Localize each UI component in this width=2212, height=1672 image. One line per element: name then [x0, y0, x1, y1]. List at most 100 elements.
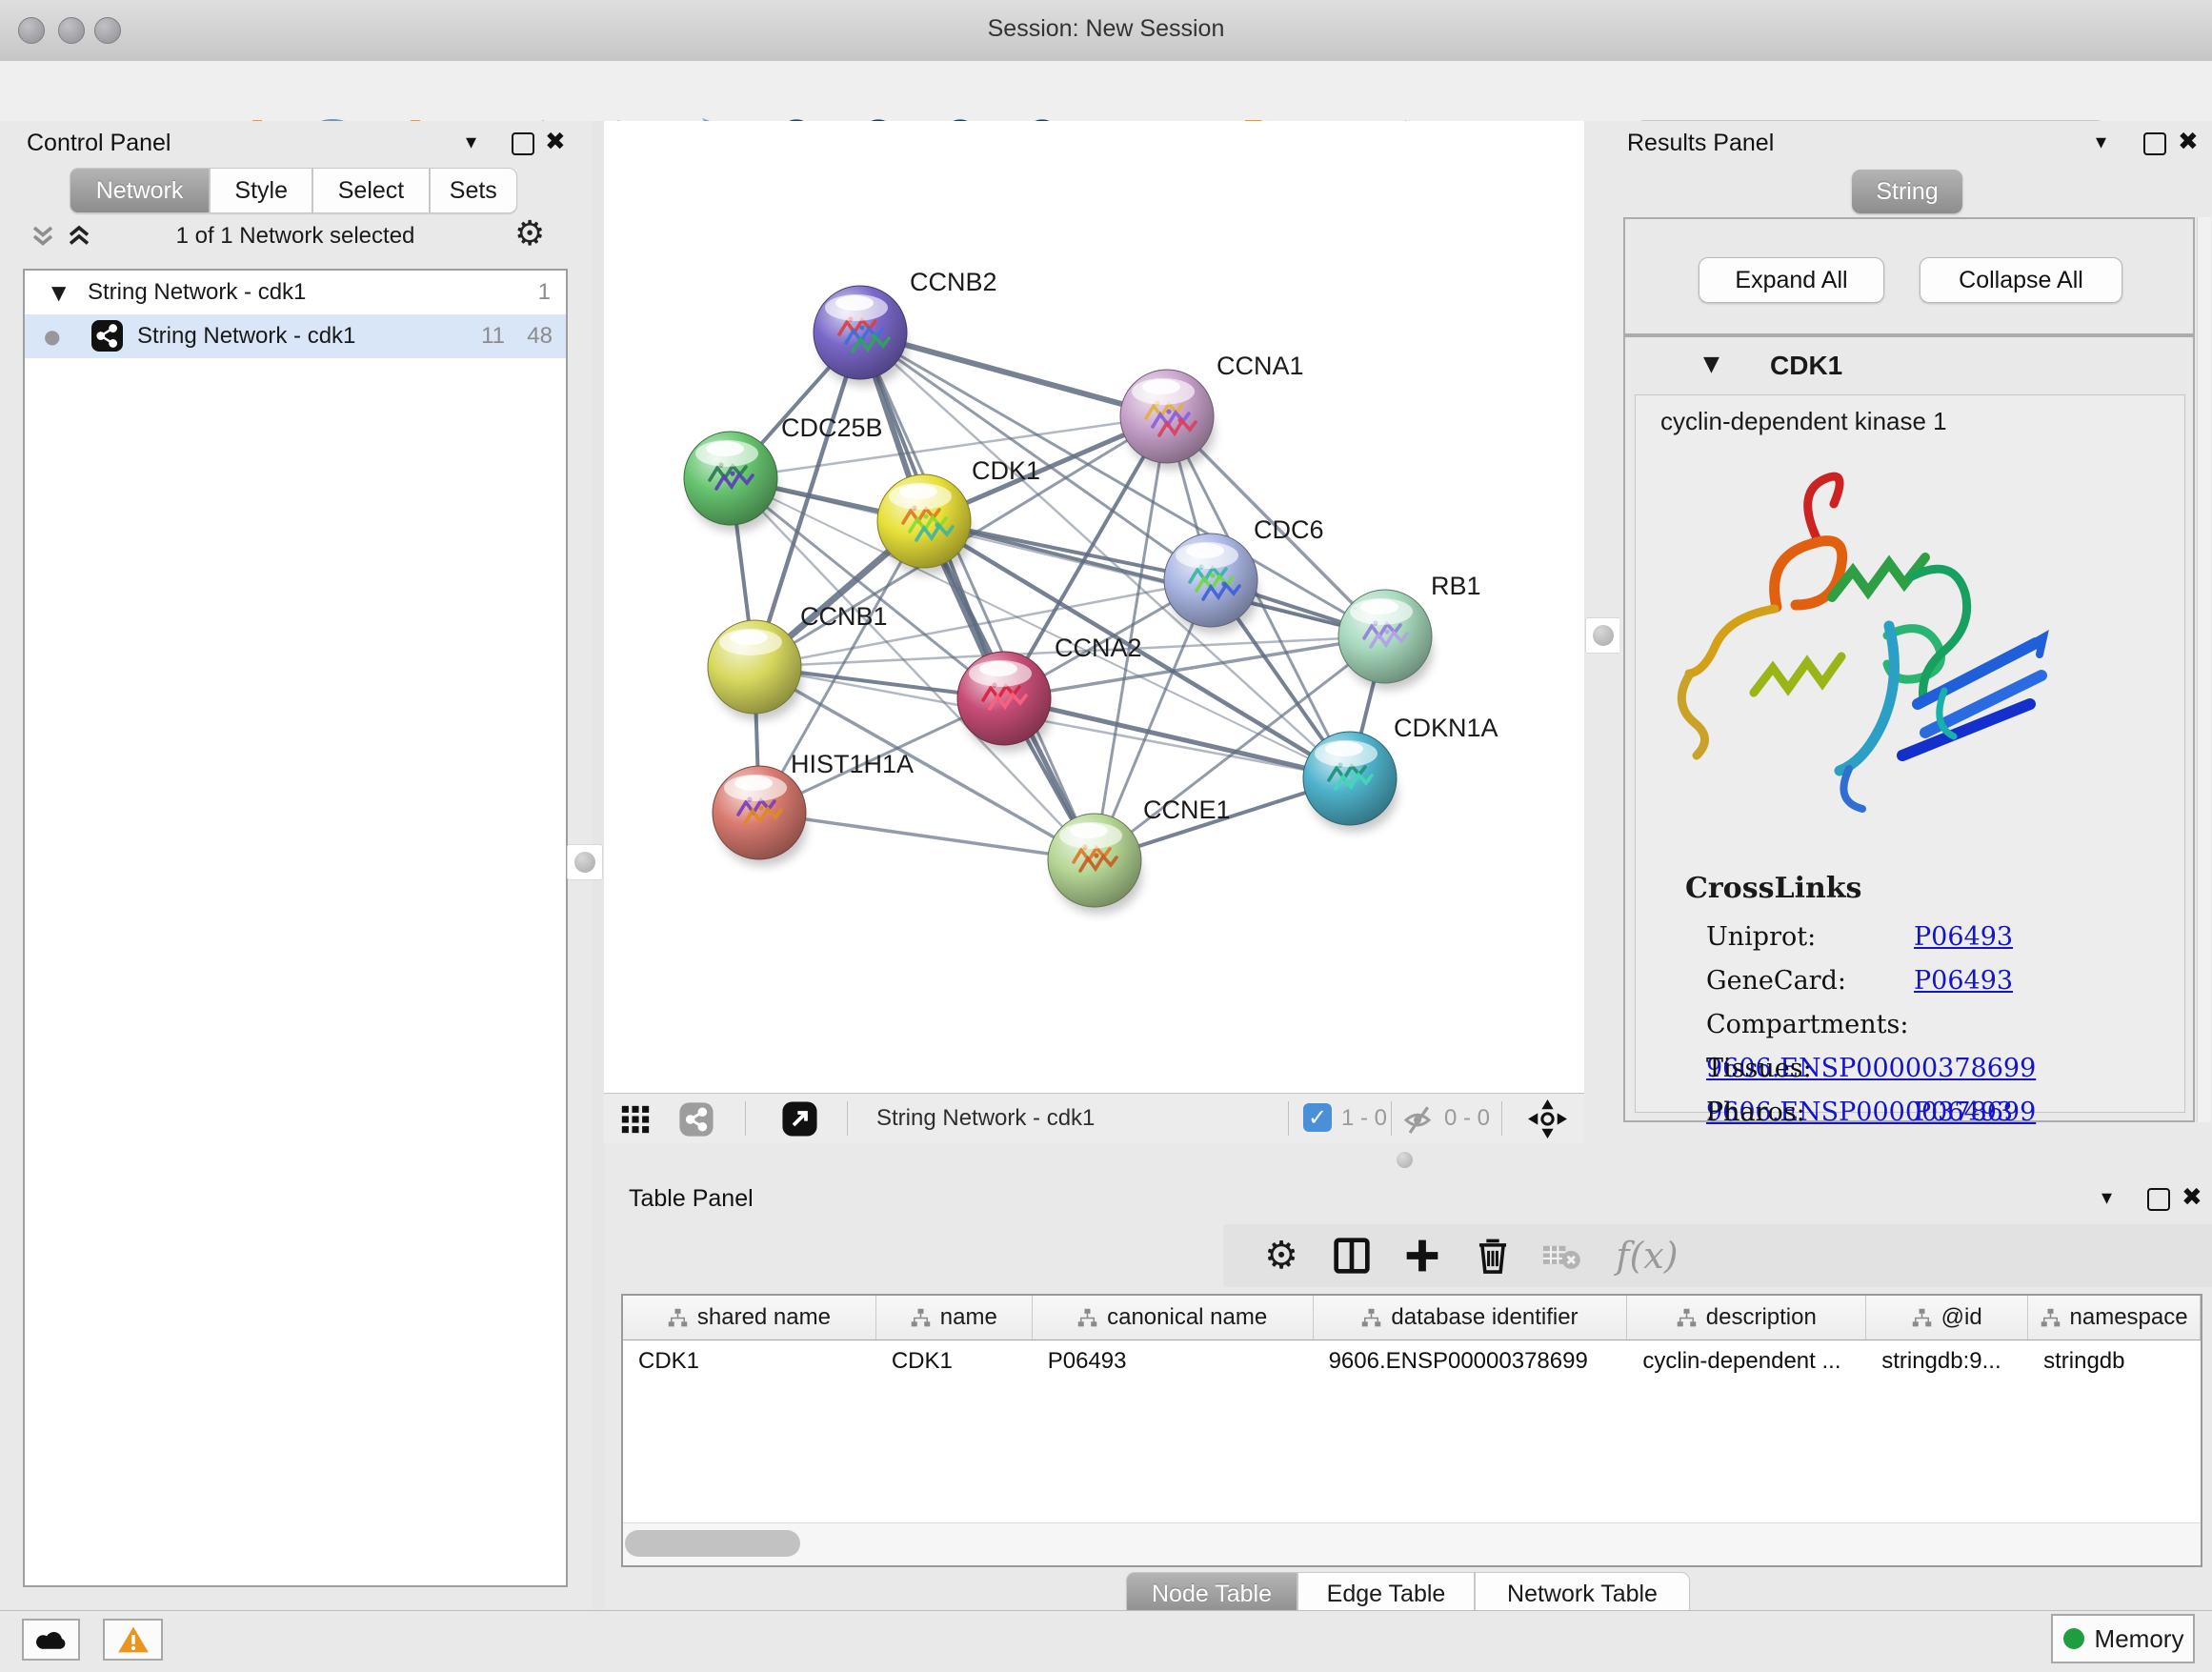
network-node-CCNE1[interactable]: [1048, 814, 1142, 914]
table-cell[interactable]: CDK1: [876, 1340, 1033, 1382]
function-builder-icon[interactable]: f(x): [1604, 1232, 1690, 1279]
birdseye-view-icon[interactable]: [1526, 1098, 1569, 1140]
network-node-HIST1H1A[interactable]: [713, 766, 807, 866]
tab-string[interactable]: String: [1852, 170, 1962, 213]
protein-description: cyclin-dependent kinase 1: [1660, 407, 1947, 436]
right-splitter-grip[interactable]: [1585, 617, 1621, 654]
memory-button[interactable]: Memory: [2051, 1614, 2195, 1663]
network-edge-HIST1H1A-CCNE1[interactable]: [759, 813, 1095, 860]
node-label-CCNB2: CCNB2: [910, 268, 997, 296]
selected-counts: 1 - 0: [1341, 1105, 1387, 1132]
node-label-CCNA2: CCNA2: [1055, 634, 1142, 662]
table-cell[interactable]: CDK1: [623, 1340, 876, 1382]
share-view-icon[interactable]: [678, 1101, 714, 1138]
table-cell[interactable]: stringdb: [2028, 1340, 2201, 1382]
network-node-CCNA2[interactable]: [957, 652, 1052, 752]
table-body: CDK1CDK1P064939606.ENSP00000378699cyclin…: [623, 1340, 2201, 1382]
table-panel-close-icon[interactable]: ✖: [2182, 1183, 2202, 1212]
table-cell[interactable]: 9606.ENSP00000378699: [1314, 1340, 1628, 1382]
network-options-gear-icon[interactable]: ⚙: [514, 214, 545, 253]
delete-column-icon[interactable]: [1469, 1232, 1517, 1279]
protein-collapse-caret-icon[interactable]: ▼: [1703, 353, 1719, 376]
control-panel-float-icon[interactable]: [512, 132, 534, 155]
network-node-CDKN1A[interactable]: [1303, 732, 1398, 832]
crosslink-label: Tissues:: [1706, 1047, 1914, 1091]
table-cell[interactable]: cyclin-dependent ...: [1627, 1340, 1866, 1382]
network-tree: ▼ String Network - cdk1 1 ● String Netwo…: [23, 269, 568, 1587]
column-header-name[interactable]: name: [876, 1296, 1033, 1340]
column-header-database-identifier[interactable]: database identifier: [1314, 1296, 1628, 1340]
current-network-name: String Network - cdk1: [876, 1105, 1095, 1132]
control-panel-menu-caret-icon[interactable]: ▾: [466, 131, 476, 154]
hidden-eye-icon[interactable]: [1402, 1102, 1437, 1137]
selected-checkbox-icon[interactable]: ✓: [1303, 1103, 1332, 1132]
column-header-canonical-name[interactable]: canonical name: [1033, 1296, 1314, 1340]
tab-style[interactable]: Style: [210, 168, 312, 213]
tab-sets[interactable]: Sets: [430, 168, 517, 213]
table-horizontal-scrollbar[interactable]: [623, 1522, 2201, 1565]
control-panel-tabs: NetworkStyleSelectSets: [70, 168, 517, 213]
crosslink-link[interactable]: P06493: [1914, 1098, 2013, 1127]
crosslink-link[interactable]: P06493: [1914, 966, 2013, 996]
cloud-service-button[interactable]: [22, 1619, 80, 1661]
delete-table-icon[interactable]: [1538, 1232, 1585, 1279]
network-edge-count: 48: [527, 314, 553, 358]
hierarchy-icon: [1677, 1308, 1697, 1328]
expand-all-chevron-icon[interactable]: [65, 222, 93, 251]
column-header--id[interactable]: @id: [1866, 1296, 2028, 1340]
control-panel-close-icon[interactable]: ✖: [545, 128, 566, 156]
network-selection-status: 1 of 1 Network selected: [105, 223, 486, 250]
left-splitter-grip[interactable]: [567, 844, 603, 880]
collection-label: String Network - cdk1: [88, 271, 306, 314]
network-node-CDC25B[interactable]: [684, 432, 778, 532]
select-columns-icon[interactable]: [1328, 1232, 1376, 1279]
network-edge-CCNB2-CCNE1[interactable]: [860, 332, 1095, 860]
results-scrollbar[interactable]: [2197, 217, 2211, 1122]
table-cell[interactable]: stringdb:9...: [1866, 1340, 2028, 1382]
tab-select[interactable]: Select: [312, 168, 429, 213]
hierarchy-icon: [1077, 1308, 1097, 1328]
network-row[interactable]: ● String Network - cdk1 11 48: [25, 314, 566, 358]
cloud-icon: [35, 1627, 68, 1652]
warnings-button[interactable]: [103, 1619, 163, 1661]
results-panel-menu-caret-icon[interactable]: ▾: [2096, 131, 2106, 154]
network-node-CDK1[interactable]: [877, 474, 972, 574]
horizontal-splitter-grip[interactable]: [1397, 1152, 1413, 1168]
column-header-namespace[interactable]: namespace: [2028, 1296, 2201, 1340]
table-settings-gear-icon[interactable]: ⚙: [1257, 1232, 1305, 1279]
hierarchy-icon: [1912, 1308, 1932, 1328]
open-in-window-icon[interactable]: [781, 1100, 818, 1138]
table-scrollbar-thumb[interactable]: [625, 1530, 800, 1557]
node-label-CDC6: CDC6: [1254, 515, 1324, 544]
table-row[interactable]: CDK1CDK1P064939606.ENSP00000378699cyclin…: [623, 1340, 2201, 1382]
column-header-shared-name[interactable]: shared name: [623, 1296, 876, 1340]
table-cell[interactable]: P06493: [1033, 1340, 1314, 1382]
network-node-CDC6[interactable]: [1164, 534, 1258, 634]
hidden-counts: 0 - 0: [1444, 1105, 1490, 1132]
results-panel-close-icon[interactable]: ✖: [2178, 128, 2199, 156]
tab-network[interactable]: Network: [70, 168, 210, 213]
collection-expand-caret-icon[interactable]: ▼: [51, 271, 66, 314]
crosslink-row: GeneCard:P06493: [1706, 959, 2184, 1003]
network-node-CCNA1[interactable]: [1120, 370, 1215, 470]
results-panel-title: Results Panel: [1627, 130, 1774, 157]
table-panel-menu-caret-icon[interactable]: ▾: [2101, 1186, 2112, 1210]
collapse-all-button[interactable]: Collapse All: [1920, 257, 2122, 303]
network-collection-row[interactable]: ▼ String Network - cdk1 1: [25, 271, 566, 314]
string-network-badge-icon: [91, 320, 123, 352]
network-edge-CCNA2-CDKN1A[interactable]: [1004, 698, 1350, 778]
expand-all-button[interactable]: Expand All: [1699, 257, 1884, 303]
node-label-CDKN1A: CDKN1A: [1394, 714, 1498, 742]
network-view-canvas[interactable]: CCNB2CCNA1CDC25BCDK1CDC6RB1CCNB1CCNA2CDK…: [604, 121, 1584, 1093]
hierarchy-icon: [2041, 1308, 2061, 1328]
results-panel-float-icon[interactable]: [2143, 132, 2166, 155]
column-header-description[interactable]: description: [1627, 1296, 1866, 1340]
crosslink-link[interactable]: P06493: [1914, 922, 2013, 952]
collapse-all-chevron-icon[interactable]: [29, 222, 57, 251]
add-column-icon[interactable]: [1398, 1232, 1446, 1279]
table-panel-float-icon[interactable]: [2147, 1188, 2170, 1211]
window-title: Session: New Session: [0, 15, 2212, 43]
grid-view-icon[interactable]: [619, 1103, 652, 1136]
network-node-CCNB1[interactable]: [708, 620, 802, 720]
network-node-RB1[interactable]: [1338, 590, 1433, 690]
